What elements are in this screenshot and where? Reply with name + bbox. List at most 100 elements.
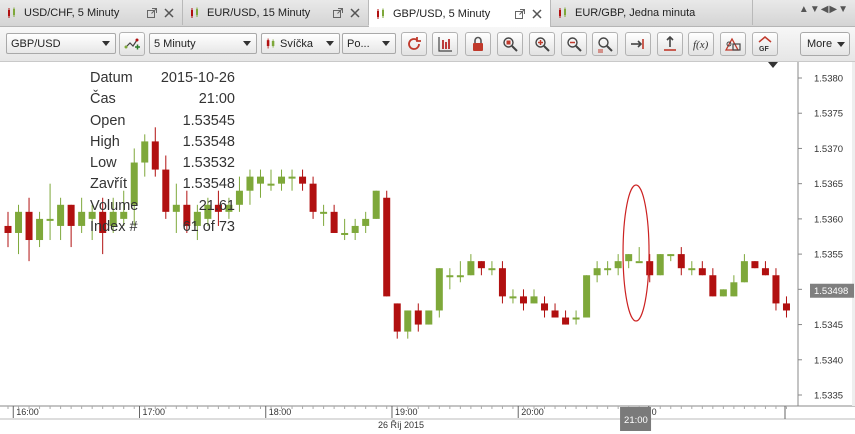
chart-menu-arrow-icon[interactable]: [768, 62, 778, 68]
y-tick-label: 1.5380: [814, 74, 843, 85]
candle-icon: [266, 38, 275, 49]
info-value: 21:00: [198, 91, 235, 108]
more-label: More: [807, 38, 833, 50]
popout-icon[interactable]: [146, 7, 158, 19]
chart-type-value: Svíčka: [280, 37, 314, 50]
instrument-value: GBP/USD: [11, 37, 61, 50]
candle-body: [677, 254, 685, 269]
price-type-select[interactable]: Po...: [342, 33, 396, 54]
highlight-ellipse: [622, 184, 650, 322]
candle-body: [4, 225, 12, 233]
candle-body: [498, 268, 506, 297]
zoom-area-button[interactable]: [497, 32, 523, 56]
candle-body: [456, 275, 464, 278]
candle-body: [46, 218, 54, 221]
bar-chart-button[interactable]: [432, 32, 458, 56]
candle-body: [78, 211, 86, 226]
info-label: Index #: [90, 219, 138, 236]
current-price-label: 1.53498: [814, 286, 848, 297]
info-label: Open: [90, 112, 126, 129]
svg-text:GF: GF: [759, 46, 769, 53]
period-value: 5 Minuty: [154, 37, 196, 50]
tab-eurgbp[interactable]: EUR/GBP, Jedna minuta: [551, 0, 753, 25]
y-tick-label: 1.5355: [814, 250, 843, 261]
tab-scroll-arrows[interactable]: ▲▼◀▶▼: [799, 4, 849, 15]
candle-body: [320, 211, 328, 214]
candle-body: [435, 268, 443, 311]
candle-body: [309, 183, 317, 212]
candle-body: [246, 176, 254, 191]
info-row: High 1.53548: [90, 132, 235, 153]
tab-label: EUR/GBP, Jedna minuta: [575, 6, 696, 19]
tab-usdchf[interactable]: USD/CHF, 5 Minuty: [0, 0, 183, 25]
candle-body: [330, 211, 338, 233]
info-row: Volume 21.61: [90, 196, 235, 217]
chart-type-select[interactable]: Svíčka: [261, 33, 340, 54]
info-row: Open 1.53545: [90, 111, 235, 132]
info-row: Zavřít 1.53548: [90, 174, 235, 195]
info-value: 1.53532: [182, 155, 235, 172]
candle-body: [519, 296, 527, 304]
vertical-scale-button[interactable]: [657, 32, 683, 56]
bar-chart-icon: [438, 37, 452, 52]
info-label: Datum: [90, 70, 133, 86]
candle-body: [299, 176, 307, 184]
chart-toolbar: GBP/USD 5 Minuty Svíčka Po... f(x) GF Mo…: [0, 27, 855, 62]
close-icon[interactable]: [350, 7, 360, 18]
period-select[interactable]: 5 Minuty: [149, 33, 257, 54]
candle-chart-icon: [191, 7, 198, 18]
price-axis[interactable]: 1.5380 1.5375 1.5370 1.5365 1.5360 1.5355 1.53…: [798, 62, 855, 406]
candle-body: [67, 204, 75, 226]
zoom-fit-button[interactable]: [592, 32, 618, 56]
close-icon[interactable]: [532, 8, 542, 19]
candle-body: [256, 176, 264, 184]
crosshair-time-label: 21:00: [620, 407, 652, 431]
indicator-button[interactable]: [720, 32, 746, 56]
candle-body: [551, 310, 559, 318]
x-tick-label: 0: [652, 407, 657, 417]
zoom-fit-icon: [598, 37, 613, 53]
fx-button[interactable]: f(x): [688, 32, 714, 56]
candle-body: [383, 197, 391, 297]
candle-body: [488, 268, 496, 271]
candle-body: [235, 190, 243, 205]
popout-icon[interactable]: [514, 8, 526, 20]
candle-body: [341, 232, 349, 235]
instrument-select[interactable]: GBP/USD: [6, 33, 116, 54]
candle-body: [278, 176, 286, 184]
info-row: Index # 61 of 73: [90, 217, 235, 238]
candle-body: [614, 261, 622, 269]
refresh-button[interactable]: [401, 32, 427, 56]
time-axis[interactable]: 16:00 17:00 18:00 19:00 20:00 0: [0, 406, 855, 420]
info-label: Zavřít: [90, 176, 128, 193]
info-label: Čas: [90, 91, 116, 108]
candle-body: [446, 275, 454, 278]
popout-icon[interactable]: [332, 7, 344, 19]
close-icon[interactable]: [164, 7, 174, 18]
lock-button[interactable]: [465, 32, 491, 56]
tab-eurusd[interactable]: EUR/USD, 15 Minuty: [183, 0, 369, 25]
tab-gbpusd[interactable]: GBP/USD, 5 Minuty: [369, 0, 551, 27]
candle-chart-icon: [559, 7, 566, 18]
chevron-down-icon: [837, 41, 846, 47]
x-tick-label: 16:00: [16, 407, 39, 417]
y-tick-label: 1.5370: [814, 144, 843, 155]
gf-button[interactable]: GF: [752, 32, 778, 56]
zoom-in-button[interactable]: [529, 32, 555, 56]
info-row: Low 1.53532: [90, 153, 235, 174]
candle-body: [425, 310, 433, 325]
candle-body: [362, 218, 370, 226]
more-button[interactable]: More: [800, 32, 850, 56]
refresh-icon: [408, 37, 421, 50]
candle-body: [667, 254, 675, 257]
y-tick-label: 1.5335: [814, 391, 843, 402]
tab-label: USD/CHF, 5 Minuty: [24, 6, 120, 19]
current-price-marker: 1.53498: [810, 283, 854, 298]
shift-chart-button[interactable]: [625, 32, 651, 56]
zoom-out-button[interactable]: [561, 32, 587, 56]
info-value: 1.53548: [182, 176, 235, 193]
candle-body: [530, 296, 538, 304]
instrument-add-button[interactable]: [119, 32, 145, 56]
candle-body: [509, 296, 517, 299]
candle-chart-icon: [377, 8, 384, 19]
